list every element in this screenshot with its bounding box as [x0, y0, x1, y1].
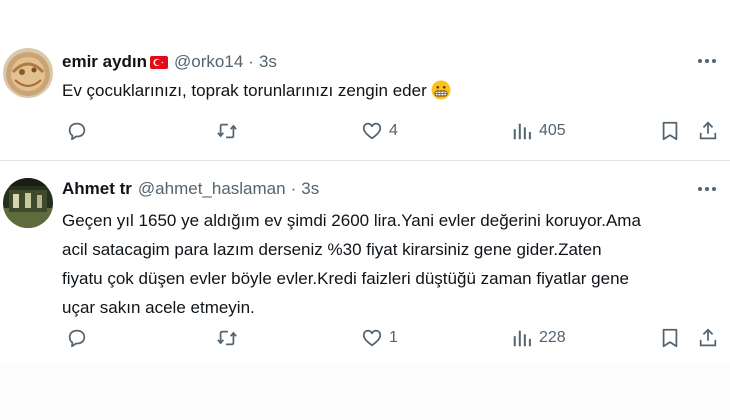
reply-button[interactable]	[66, 326, 88, 350]
like-count: 1	[389, 329, 398, 346]
like-button[interactable]: 4	[361, 119, 398, 143]
view-count: 405	[539, 122, 566, 139]
share-icon	[699, 121, 717, 140]
bookmark-icon	[662, 328, 678, 348]
author-name[interactable]: emir aydın	[62, 52, 147, 72]
separator-dot: ·	[248, 52, 254, 71]
tweet-text-line: Ev çocuklarınızı, toprak torunlarınızı z…	[62, 76, 722, 105]
views-button[interactable]: 228	[511, 326, 566, 350]
tweet[interactable]: emir aydın @orko14 · 3s Ev çocuklarınızı…	[0, 30, 730, 160]
share-icon	[699, 328, 717, 347]
tweet-actions: 1 228	[0, 326, 730, 350]
retweet-button[interactable]	[216, 119, 238, 143]
page-bottom	[0, 362, 730, 420]
author-handle[interactable]: @ahmet_haslaman	[138, 179, 286, 199]
tweet-text-line: acil satacagim para lazım derseniz %30 f…	[62, 240, 602, 259]
like-button[interactable]: 1	[361, 326, 398, 350]
tweet-text-line: uçar sakın acele etmeyin.	[62, 298, 255, 317]
like-count: 4	[389, 122, 398, 139]
share-button[interactable]	[697, 326, 719, 350]
timestamp[interactable]: 3s	[259, 52, 277, 72]
avatar[interactable]	[3, 178, 53, 228]
tweet-header: Ahmet tr @ahmet_haslaman · 3s	[62, 178, 319, 200]
tweet[interactable]: Ahmet tr @ahmet_haslaman · 3s Geçen yıl …	[0, 161, 730, 361]
tweet-header: emir aydın @orko14 · 3s	[62, 51, 277, 73]
retweet-icon	[217, 123, 237, 139]
timestamp[interactable]: 3s	[301, 179, 319, 199]
views-button[interactable]: 405	[511, 119, 566, 143]
more-options-icon[interactable]	[696, 50, 718, 72]
share-button[interactable]	[697, 119, 719, 143]
author-name[interactable]: Ahmet tr	[62, 179, 132, 199]
avatar[interactable]	[3, 48, 53, 98]
grimacing-face-icon	[431, 80, 451, 100]
tweet-text: Ev çocuklarınızı, toprak torunlarınızı z…	[62, 76, 722, 105]
heart-icon	[362, 122, 382, 140]
turkey-flag-icon	[150, 55, 169, 69]
retweet-icon	[217, 330, 237, 346]
analytics-icon	[513, 123, 531, 140]
reply-button[interactable]	[66, 119, 88, 143]
tweet-text: Geçen yıl 1650 ye aldığım ev şimdi 2600 …	[62, 206, 722, 322]
tweet-text-line: Geçen yıl 1650 ye aldığım ev şimdi 2600 …	[62, 211, 641, 230]
separator-dot: ·	[290, 179, 297, 198]
reply-icon	[68, 122, 86, 141]
more-options-icon[interactable]	[696, 178, 718, 200]
bookmark-button[interactable]	[659, 326, 681, 350]
view-count: 228	[539, 329, 566, 346]
heart-icon	[362, 329, 382, 347]
reply-icon	[68, 329, 86, 348]
retweet-button[interactable]	[216, 326, 238, 350]
analytics-icon	[513, 330, 531, 347]
tweet-actions: 4 405	[0, 119, 730, 143]
author-handle[interactable]: @orko14	[174, 52, 243, 72]
bookmark-icon	[662, 121, 678, 141]
tweet-text-line: fiyatu çok düşen evler böyle evler.Kredi…	[62, 269, 629, 288]
bookmark-button[interactable]	[659, 119, 681, 143]
